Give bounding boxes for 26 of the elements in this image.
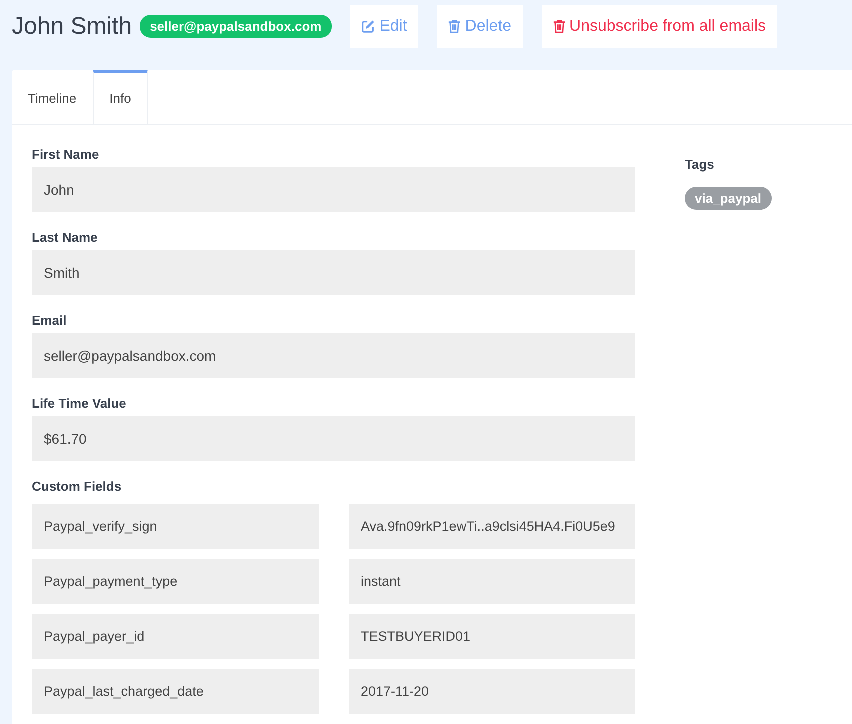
input-field[interactable]: Paypal_verify_sign [32,504,319,549]
input-field[interactable]: Ava.9fn09rkP1ewTi..a9clsi45HA4.Fi0U5e9 [349,504,635,549]
input-field[interactable]: TESTBUYERID01 [349,614,635,659]
field-label: Last Name [32,230,99,247]
contact-name: John Smith [12,12,132,40]
field-label: Life Time Value [32,396,128,413]
field-label: Custom Fields [32,479,123,496]
unsubscribe-button[interactable]: Unsubscribe from all emails [542,5,778,48]
input-field[interactable]: seller@paypalsandbox.com [32,333,635,378]
tab[interactable]: Info [92,70,148,124]
input-field[interactable]: Paypal_payment_type [32,559,319,604]
input-field[interactable]: Smith [32,250,635,295]
input-field[interactable]: John [32,167,635,212]
input-field[interactable]: 2017-11-20 [349,669,635,714]
input-field[interactable]: instant [349,559,635,604]
field-label: First Name [32,147,100,164]
field-label: Email [32,313,68,330]
input-field[interactable]: Paypal_last_charged_date [32,669,319,714]
input-field[interactable]: Paypal_payer_id [32,614,319,659]
trash-icon [552,19,566,34]
input-field[interactable]: $61.70 [32,416,635,461]
tab[interactable]: Timeline [12,70,93,124]
trash-icon [448,19,462,34]
email-badge: seller@paypalsandbox.com [140,15,332,38]
edit-icon [360,19,376,34]
tags-label: Tags [685,157,716,174]
